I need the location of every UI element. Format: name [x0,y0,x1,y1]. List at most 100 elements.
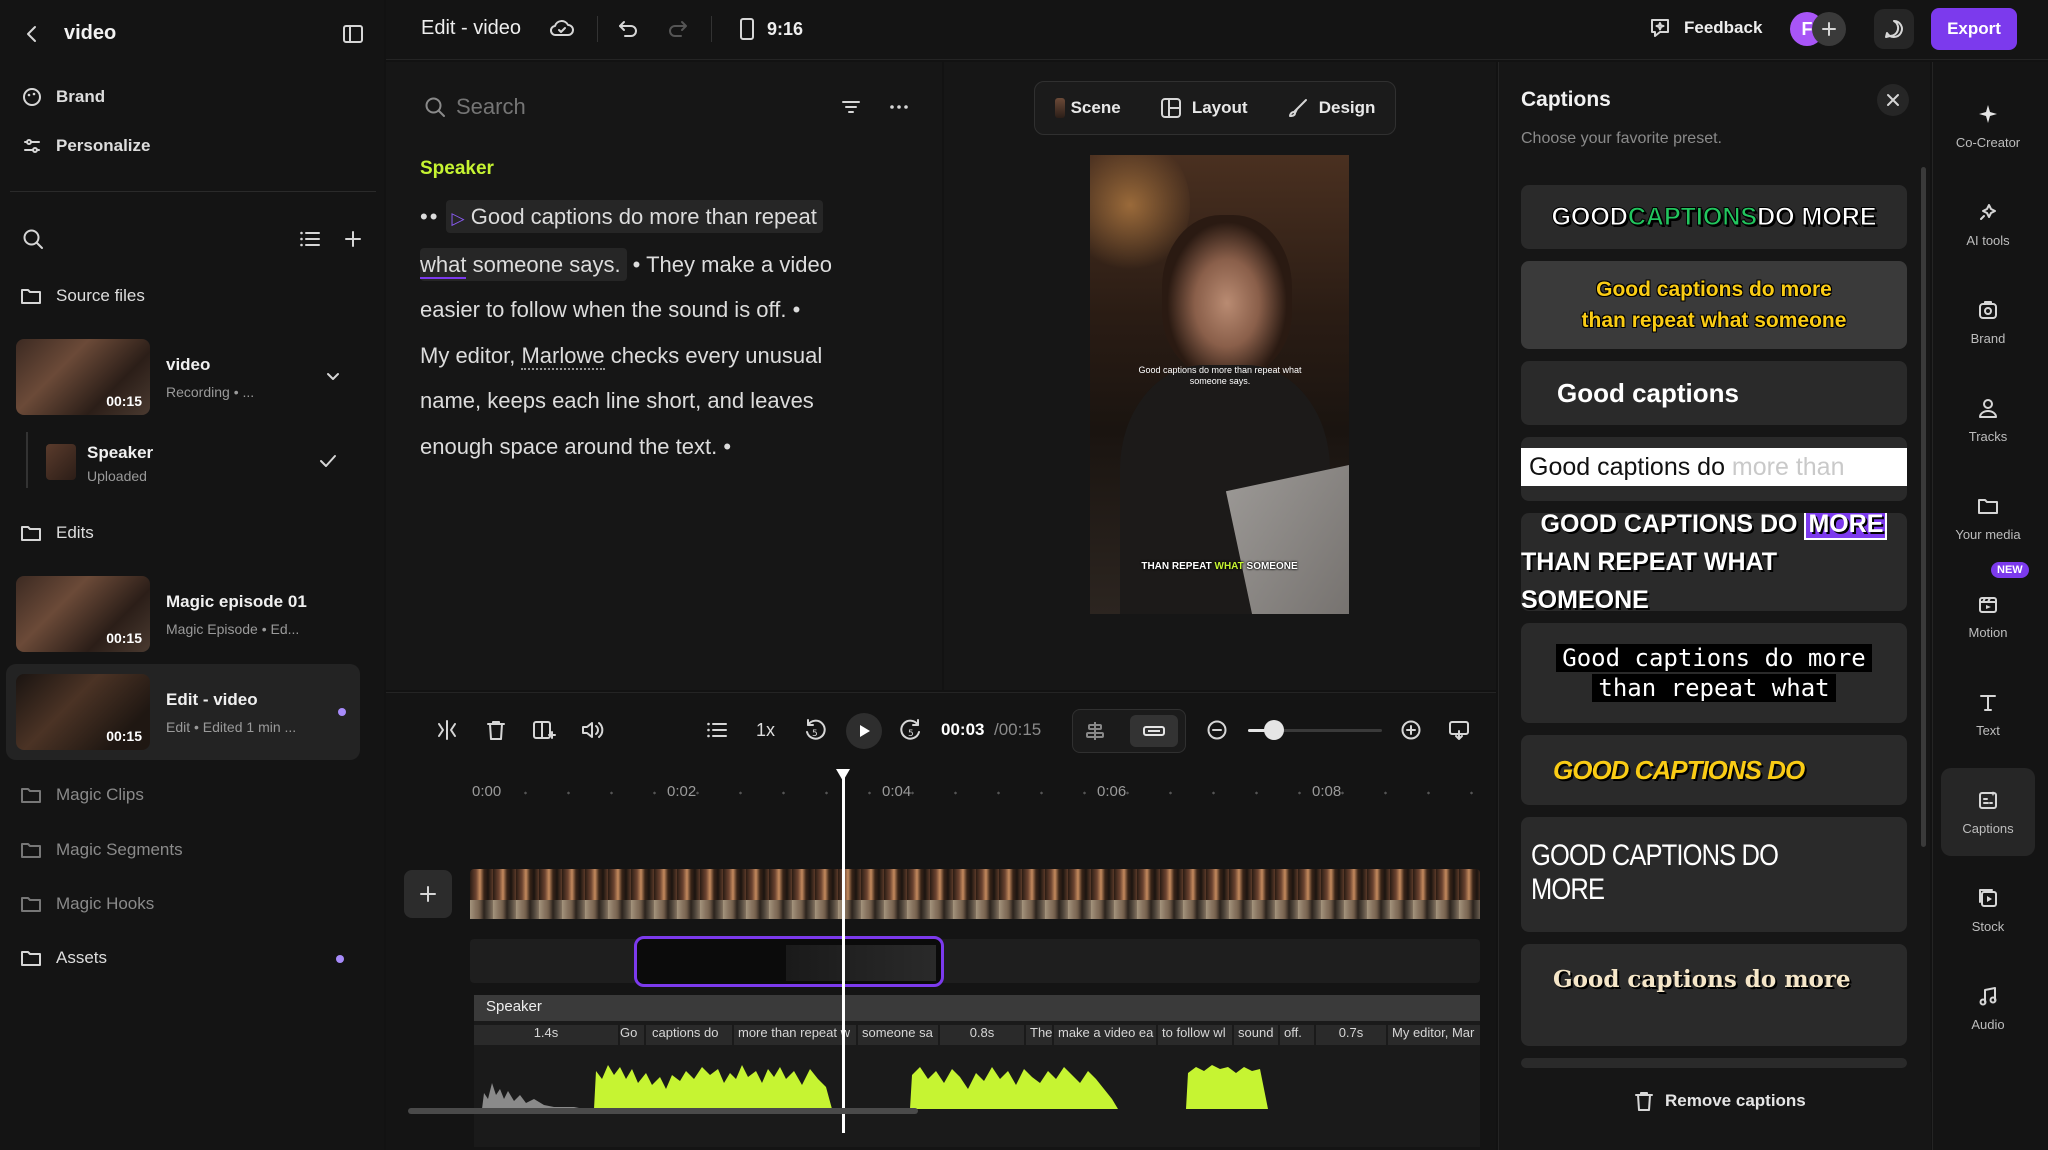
word-chip[interactable]: make a video ea [1054,1025,1156,1045]
compact-view-button[interactable] [1130,715,1178,747]
feedback-button[interactable]: Feedback [1648,16,1762,40]
comments-button[interactable] [1874,9,1914,49]
playhead-handle[interactable] [836,769,850,781]
align-icon[interactable] [1084,720,1106,742]
ai-tools-tool[interactable]: AI tools [1941,180,2035,268]
speaker-title[interactable]: Speaker [87,443,153,463]
segment-text[interactable]: name, keeps each line short, and leaves [420,388,814,413]
brand-link[interactable]: Brand [22,87,105,107]
edit-title[interactable]: Edit - video [421,17,521,40]
audio-tool[interactable]: Audio [1941,964,2035,1052]
zoom-in-icon[interactable] [1400,719,1422,741]
export-button[interactable]: Export [1931,8,2017,50]
volume-icon[interactable] [580,719,606,741]
magic-clips-folder[interactable]: Magic Clips [20,785,144,805]
aspect-ratio-button[interactable]: 9:16 [739,17,803,41]
caption-preset-8[interactable]: GOOD CAPTIONS DO MORE [1521,817,1907,932]
split-icon[interactable] [436,719,458,741]
rewind-5-icon[interactable]: 5 [802,717,828,743]
current-segment[interactable]: ▷ Good captions do more than repeat [445,200,823,233]
magic-episode-title[interactable]: Magic episode 01 [166,592,307,612]
edits-folder[interactable]: Edits [20,523,94,543]
segment-text[interactable]: checks every unusual [605,343,823,368]
segment-text[interactable]: easier to follow when the sound is off. [420,297,786,322]
caption-preset-3[interactable]: Good captions [1521,361,1907,425]
forward-5-icon[interactable]: 5 [898,717,924,743]
scrollbar[interactable] [1921,167,1926,847]
transcript[interactable]: •• ▷ Good captions do more than repeat w… [420,194,940,469]
tracks-tool[interactable]: Tracks [1941,376,2035,464]
edit-video-title[interactable]: Edit - video [166,690,258,710]
magic-episode-thumbnail[interactable]: 00:15 [16,576,150,652]
back-arrow-icon[interactable] [22,22,42,46]
word-chip[interactable]: to follow wl [1158,1025,1232,1045]
close-button[interactable] [1877,84,1909,116]
fit-timeline-icon[interactable] [1448,719,1470,741]
invite-button[interactable] [1812,12,1846,46]
video-title[interactable]: video [166,355,210,375]
speaker-label[interactable]: Speaker [420,158,494,180]
scene-tab[interactable]: Scene [1054,98,1121,118]
redo-icon[interactable] [666,17,690,41]
word-chip[interactable]: off. [1280,1025,1314,1045]
layout-tab[interactable]: Layout [1160,97,1248,119]
source-files-folder[interactable]: Source files [20,286,145,306]
magic-segments-folder[interactable]: Magic Segments [20,840,183,860]
caption-preset-10[interactable] [1521,1058,1907,1068]
chapters-icon[interactable] [706,719,728,741]
cloud-sync-icon[interactable] [548,16,576,40]
remove-captions-button[interactable]: Remove captions [1633,1090,1806,1112]
word-chip[interactable]: Go [620,1025,644,1045]
chevron-down-icon[interactable] [324,367,342,385]
filter-icon[interactable] [840,96,862,118]
playhead[interactable] [842,773,845,1133]
collapse-sidebar-icon[interactable] [342,23,364,45]
segment-text[interactable]: My editor, [420,343,521,368]
delete-icon[interactable] [485,719,507,741]
play-segment-icon[interactable]: ▷ [452,209,465,228]
co-creator-tool[interactable]: Co-Creator [1941,82,2035,170]
add-track-button[interactable] [404,870,452,918]
pause-chip[interactable]: 0.7s [1316,1025,1386,1045]
word-chip[interactable]: someone sa [858,1025,938,1045]
caption-preset-2[interactable]: Good captions do more than repeat what s… [1521,261,1907,349]
pause-chip[interactable]: 1.4s [474,1025,618,1045]
video-thumbnail[interactable]: 00:15 [16,339,150,415]
flagged-name[interactable]: Marlowe [521,342,605,370]
caption-preset-7[interactable]: GOOD CAPTIONS DO [1521,735,1907,805]
brand-tool[interactable]: Brand [1941,278,2035,366]
caption-preset-6[interactable]: Good captions do more than repeat what [1521,623,1907,723]
pause-chip[interactable]: 0.8s [940,1025,1024,1045]
play-button[interactable] [846,713,882,749]
word-chip[interactable]: sound [1234,1025,1278,1045]
more-options-icon[interactable] [888,96,910,118]
segment-continuation[interactable]: what someone says. [420,247,627,281]
caption-preset-5[interactable]: GOOD CAPTIONS DO MORE THAN REPEAT WHAT S… [1521,513,1907,611]
search-input[interactable] [456,90,756,124]
text-tool[interactable]: Text [1941,670,2035,758]
personalize-link[interactable]: Personalize [22,136,151,156]
word-chip[interactable]: My editor, Mar [1388,1025,1480,1045]
video-preview[interactable]: Good captions do more than repeat what s… [1090,155,1349,614]
stock-tool[interactable]: Stock [1941,866,2035,954]
segment-text[interactable]: enough space around the text. [420,434,717,459]
segment-text[interactable]: They make a video [646,252,832,277]
word-chip[interactable]: more than repeat w [734,1025,856,1045]
assets-folder[interactable]: Assets [20,948,107,968]
list-view-icon[interactable] [299,229,321,249]
search-icon[interactable] [22,228,44,250]
edit-video-thumbnail[interactable]: 00:15 [16,674,150,750]
add-icon[interactable] [343,229,363,249]
magic-hooks-folder[interactable]: Magic Hooks [20,894,154,914]
word-chip[interactable]: captions do [646,1025,732,1045]
motion-tool[interactable]: Motion [1941,572,2035,660]
word-chip[interactable]: The [1026,1025,1052,1045]
zoom-out-icon[interactable] [1206,719,1228,741]
design-tab[interactable]: Design [1287,97,1375,119]
add-layout-icon[interactable] [532,719,556,741]
your-media-tool[interactable]: Your media [1941,474,2035,562]
caption-preset-9[interactable]: Good captions do more [1521,944,1907,1046]
caption-preset-1[interactable]: GOOD CAPTIONS DO MORE [1521,185,1907,249]
undo-icon[interactable] [616,17,640,41]
selected-word[interactable]: what [420,251,467,279]
